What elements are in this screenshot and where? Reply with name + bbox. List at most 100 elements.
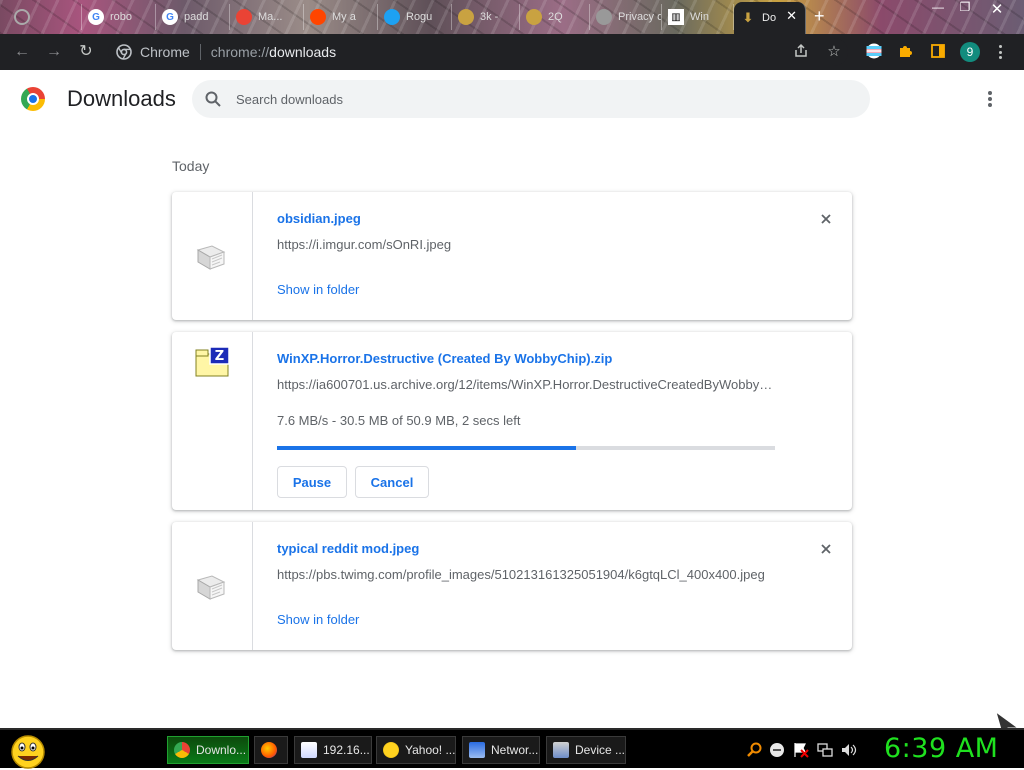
tab[interactable]: Ma... — [230, 4, 304, 30]
tab[interactable]: 3k - — [452, 4, 520, 30]
google-icon: G — [88, 9, 104, 25]
tab-title: 3k - — [480, 11, 499, 23]
pause-button[interactable]: Pause — [277, 466, 347, 498]
address-bar[interactable]: Chrome chrome://downloads — [108, 38, 848, 66]
firefox-icon — [261, 742, 277, 758]
close-window-button[interactable]: ✕ — [986, 0, 1008, 18]
file-url[interactable]: https://i.imgur.com/sOnRI.jpeg — [277, 237, 451, 252]
search-tray-icon[interactable] — [746, 742, 762, 758]
forward-button[interactable]: → — [44, 42, 64, 62]
chrome-chip[interactable]: Chrome — [116, 44, 190, 60]
yahoo-smiley-icon — [383, 742, 399, 758]
extensions-puzzle-icon[interactable] — [897, 43, 915, 61]
tab[interactable]: ▥ Win — [662, 4, 734, 30]
extension-flag-icon[interactable] — [865, 43, 883, 61]
side-panel-icon[interactable] — [929, 43, 947, 61]
start-smiley-icon[interactable] — [8, 732, 48, 770]
toolbar: ← → ↻ Chrome chrome://downloads ☆ 9 — [0, 34, 1024, 70]
minimize-button[interactable]: — — [927, 0, 949, 16]
taskbar-button[interactable]: Networ... — [462, 736, 540, 764]
search-icon — [205, 91, 221, 107]
document-icon — [301, 742, 317, 758]
google-icon: G — [162, 9, 178, 25]
tab-title: My a — [332, 11, 356, 23]
chrome-logo-icon — [21, 87, 45, 111]
chip-label: Chrome — [140, 44, 190, 60]
tab-strip: Grobo Gpadd Ma... My a Rogu 3k -2Q Privacy o ▥ W… — [0, 0, 1024, 34]
remove-icon[interactable] — [818, 211, 834, 227]
download-item: typical reddit mod.jpeg https://pbs.twim… — [172, 522, 852, 650]
show-in-folder-link[interactable]: Show in folder — [277, 282, 359, 297]
zip-file-icon: Z — [195, 346, 230, 377]
coin-icon — [458, 9, 474, 25]
download-status: 7.6 MB/s - 30.5 MB of 50.9 MB, 2 secs le… — [277, 413, 521, 428]
taskbar-button[interactable]: Yahoo! ... — [376, 736, 456, 764]
bookmark-star-icon[interactable]: ☆ — [825, 43, 843, 61]
file-url[interactable]: https://ia600701.us.archive.org/12/items… — [277, 377, 774, 392]
twitter-icon — [384, 9, 400, 25]
file-name-link[interactable]: WinXP.Horror.Destructive (Created By Wob… — [277, 351, 612, 366]
tab-title: robo — [110, 11, 133, 23]
file-name-link[interactable]: obsidian.jpeg — [277, 211, 361, 226]
tab-title: Rogu — [406, 11, 433, 23]
file-name-link[interactable]: typical reddit mod.jpeg — [277, 541, 419, 556]
omnibox-separator — [199, 44, 201, 60]
reddit-icon — [310, 9, 326, 25]
reload-button[interactable]: ↻ — [76, 42, 96, 62]
tab[interactable]: Privacy o — [590, 4, 662, 30]
network-tray-icon[interactable] — [817, 742, 833, 758]
taskbar-button[interactable]: 192.16... — [294, 736, 372, 764]
show-in-folder-link[interactable]: Show in folder — [277, 612, 359, 627]
download-icon: ⬇ — [742, 10, 754, 25]
tab[interactable]: Rogu — [378, 4, 452, 30]
profile-avatar[interactable]: 9 — [960, 42, 980, 62]
share-icon[interactable] — [792, 43, 810, 61]
download-item-in-progress: Z WinXP.Horror.Destructive (Created By W… — [172, 332, 852, 510]
search-input[interactable] — [236, 91, 836, 107]
taskbar-button-label: Downlo... — [196, 743, 247, 757]
browser-menu-icon[interactable] — [992, 43, 1008, 61]
cancel-button[interactable]: Cancel — [355, 466, 429, 498]
progress-bar — [277, 446, 775, 450]
image-file-icon — [196, 575, 226, 600]
restore-button[interactable]: ❐ — [954, 0, 976, 16]
tab-title: padd — [184, 11, 209, 23]
taskbar-button[interactable]: Downlo... — [167, 736, 249, 764]
taskbar-button-label: Device ... — [575, 743, 626, 757]
status-tray-icon[interactable] — [769, 742, 785, 758]
remove-icon[interactable] — [818, 541, 834, 557]
tab[interactable] — [8, 4, 82, 30]
page-icon — [596, 9, 612, 25]
back-button[interactable]: ← — [12, 42, 32, 62]
progress-fill — [277, 446, 576, 450]
tab[interactable]: My a — [304, 4, 378, 30]
device-manager-icon — [553, 742, 569, 758]
gmail-icon — [236, 9, 252, 25]
more-actions-icon[interactable] — [980, 88, 1000, 110]
taskbar-clock[interactable]: 6:39 AM — [884, 733, 998, 764]
new-tab-button[interactable]: + — [814, 6, 825, 27]
network-icon — [469, 742, 485, 758]
tab-title: 2Q — [548, 11, 563, 23]
search-box[interactable] — [192, 80, 870, 118]
taskbar-button-label: Networ... — [491, 743, 539, 757]
tab-title: Win — [690, 11, 709, 23]
taskbar-button-label: Yahoo! ... — [405, 743, 456, 757]
tab-active[interactable]: ⬇ Do ✕ — [734, 2, 806, 34]
tab[interactable]: Grobo — [82, 4, 156, 30]
chrome-icon — [174, 742, 190, 758]
file-icon-column — [172, 192, 253, 320]
volume-icon[interactable] — [841, 742, 857, 758]
tab-title: Ma... — [258, 11, 283, 23]
action-center-flag-icon[interactable] — [793, 742, 809, 758]
tab[interactable]: 2Q — [520, 4, 590, 30]
taskbar-button[interactable]: Device ... — [546, 736, 626, 764]
close-tab-icon[interactable]: ✕ — [786, 8, 797, 24]
file-url[interactable]: https://pbs.twimg.com/profile_images/510… — [277, 567, 765, 582]
url-scheme: chrome:// — [210, 44, 270, 60]
taskbar: Downlo... 192.16... Yahoo! ... Networ... Dev… — [0, 728, 1024, 770]
coin-icon — [526, 9, 542, 25]
taskbar-button[interactable] — [254, 736, 288, 764]
image-file-icon — [196, 245, 226, 270]
tab[interactable]: Gpadd — [156, 4, 230, 30]
